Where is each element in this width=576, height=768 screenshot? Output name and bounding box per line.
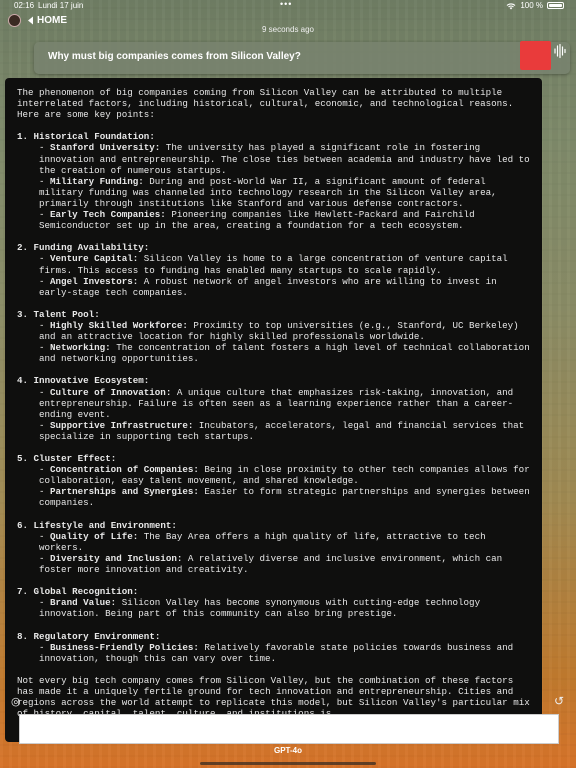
model-label[interactable]: GPT-4o bbox=[0, 746, 576, 755]
item-term: Brand Value: bbox=[50, 597, 117, 609]
response-outro: Not every big tech company comes from Si… bbox=[17, 674, 530, 719]
section-heading: 8. Regulatory Environment: bbox=[17, 630, 161, 642]
response-section: 6. Lifestyle and Environment: - Quality o… bbox=[17, 520, 532, 575]
section-heading: 4. Innovative Ecosystem: bbox=[17, 375, 150, 387]
status-time: 02:16 bbox=[14, 1, 35, 10]
section-item: - Supportive Infrastructure: Incubators,… bbox=[39, 419, 525, 442]
multitask-dots-icon[interactable]: ••• bbox=[280, 0, 292, 9]
item-term: Concentration of Companies: bbox=[50, 464, 199, 476]
response-section: 8. Regulatory Environment: - Business-Fri… bbox=[17, 631, 532, 664]
section-heading: 2. Funding Availability: bbox=[17, 242, 150, 254]
section-item: - Military Funding: During and post-Worl… bbox=[39, 175, 497, 209]
stop-button[interactable] bbox=[520, 41, 551, 70]
section-item: - Concentration of Companies: Being in c… bbox=[39, 464, 530, 487]
section-heading: 1. Historical Foundation: bbox=[17, 131, 155, 143]
response-panel[interactable]: The phenomenon of big companies coming f… bbox=[5, 78, 542, 742]
section-item: - Networking: The concentration of talen… bbox=[39, 342, 530, 365]
battery-percent: 100 % bbox=[520, 1, 543, 10]
section-item: - Business-Friendly Policies: Relatively… bbox=[39, 641, 514, 664]
wifi-icon bbox=[506, 2, 516, 9]
section-item: - Highly Skilled Workforce: Proximity to… bbox=[39, 319, 519, 343]
home-button[interactable]: HOME bbox=[27, 15, 67, 26]
regenerate-icon[interactable]: ↺ bbox=[554, 694, 564, 708]
battery-icon bbox=[547, 2, 564, 9]
item-term: Partnerships and Synergies: bbox=[50, 486, 199, 498]
item-term: Angel Investors: bbox=[50, 275, 139, 287]
section-item: - Stanford University: The university ha… bbox=[39, 142, 530, 176]
attach-icon[interactable]: ◎ bbox=[11, 695, 21, 708]
message-input[interactable] bbox=[19, 714, 559, 744]
section-item: - Early Tech Companies: Pioneering compa… bbox=[39, 209, 475, 232]
voice-waveform-icon[interactable] bbox=[552, 43, 568, 59]
response-section: 7. Global Recognition: - Brand Value: Sil… bbox=[17, 586, 532, 619]
response-section: 2. Funding Availability: - Venture Capita… bbox=[17, 242, 532, 297]
response-section: 4. Innovative Ecosystem: - Culture of Inn… bbox=[17, 375, 532, 442]
message-timestamp: 9 seconds ago bbox=[261, 25, 315, 34]
response-text: The phenomenon of big companies coming f… bbox=[17, 87, 532, 730]
status-bar: 02:16 Lundi 17 juin ••• 100 % bbox=[0, 0, 576, 12]
section-item: - Venture Capital: Silicon Valley is hom… bbox=[39, 253, 508, 276]
status-right: 100 % bbox=[506, 1, 564, 10]
response-section: 3. Talent Pool: - Highly Skilled Workforc… bbox=[17, 309, 532, 364]
item-term: Diversity and Inclusion: bbox=[50, 552, 183, 564]
section-item: - Partnerships and Synergies: Easier to … bbox=[39, 486, 530, 509]
response-section: 5. Cluster Effect: - Concentration of Com… bbox=[17, 453, 532, 508]
item-term: Military Funding: bbox=[50, 175, 144, 187]
item-term: Quality of Life: bbox=[50, 530, 139, 542]
home-label: HOME bbox=[37, 14, 67, 26]
item-term: Culture of Innovation: bbox=[50, 386, 172, 398]
chevron-left-icon bbox=[28, 16, 33, 24]
item-term: Networking: bbox=[50, 342, 111, 354]
section-heading: 7. Global Recognition: bbox=[17, 586, 139, 598]
item-term: Business-Friendly Policies: bbox=[50, 641, 199, 653]
section-item: - Quality of Life: The Bay Area offers a… bbox=[39, 530, 486, 553]
section-heading: 6. Lifestyle and Environment: bbox=[17, 519, 177, 531]
section-heading: 3. Talent Pool: bbox=[17, 308, 100, 320]
item-term: Stanford University: bbox=[50, 142, 161, 154]
home-indicator bbox=[200, 762, 376, 765]
section-item: - Diversity and Inclusion: A relatively … bbox=[39, 552, 503, 576]
section-item: - Culture of Innovation: A unique cultur… bbox=[39, 386, 514, 420]
item-term: Venture Capital: bbox=[50, 253, 139, 265]
section-heading: 5. Cluster Effect: bbox=[17, 453, 117, 465]
section-item: - Brand Value: Silicon Valley has become… bbox=[39, 597, 481, 620]
item-term: Supportive Infrastructure: bbox=[50, 419, 194, 431]
item-term: Highly Skilled Workforce: bbox=[50, 319, 188, 331]
status-date: Lundi 17 juin bbox=[38, 1, 84, 10]
response-section: 1. Historical Foundation: - Stanford Univ… bbox=[17, 131, 532, 231]
item-term: Early Tech Companies: bbox=[50, 209, 166, 221]
question-bar: Why must big companies comes from Silico… bbox=[34, 41, 570, 74]
response-intro: The phenomenon of big companies coming f… bbox=[17, 87, 514, 121]
question-text: Why must big companies comes from Silico… bbox=[48, 51, 301, 62]
item-text: The concentration of talent fosters a hi… bbox=[39, 342, 530, 365]
section-item: - Angel Investors: A robust network of a… bbox=[39, 275, 497, 298]
